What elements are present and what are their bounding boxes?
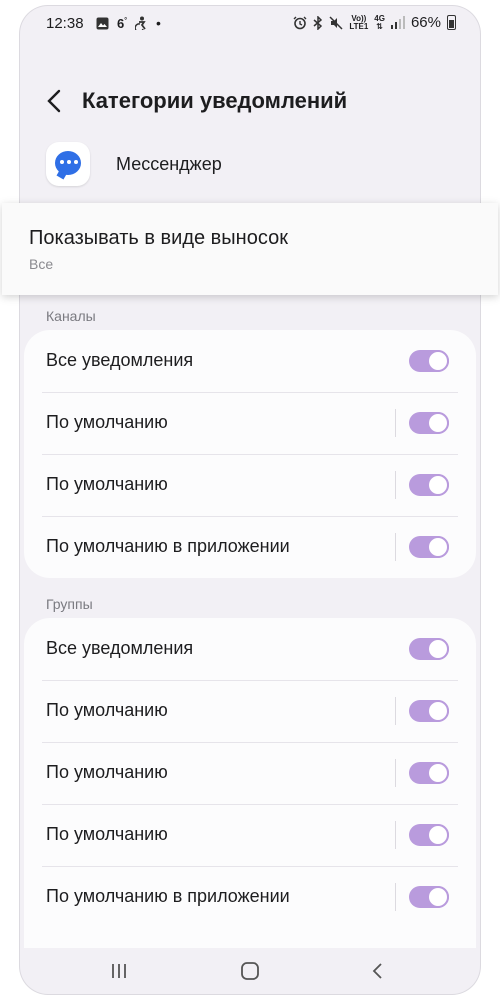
row-divider (395, 759, 396, 787)
channel-toggle[interactable] (409, 350, 449, 372)
back-icon (372, 963, 382, 979)
channel-toggle[interactable] (409, 474, 449, 496)
home-button[interactable] (230, 956, 270, 986)
mute-icon (329, 15, 343, 30)
header: Категории уведомлений (20, 76, 480, 128)
recents-button[interactable] (100, 956, 140, 986)
weather-6-icon: 6° (117, 15, 128, 31)
channel-label: По умолчанию в приложении (46, 536, 290, 556)
group-row[interactable]: По умолчанию (24, 742, 476, 804)
show-as-bubbles-setting[interactable]: Показывать в виде выносок Все (2, 203, 498, 295)
app-info: Мессенджер (20, 138, 480, 194)
bluetooth-icon (313, 15, 323, 30)
back-button[interactable] (40, 84, 70, 118)
bubble-setting-value: Все (29, 256, 54, 272)
group-label: По умолчанию (46, 700, 168, 720)
volte-icon: Vo)) LTE1 (349, 14, 369, 31)
group-row[interactable]: Все уведомления (24, 618, 476, 680)
group-label: По умолчанию (46, 824, 168, 844)
groups-section-label: Группы (46, 596, 93, 612)
channel-row[interactable]: По умолчанию в приложении (24, 516, 476, 578)
status-time: 12:38 (46, 15, 84, 32)
app-name: Мессенджер (116, 154, 222, 174)
bubble-setting-title: Показывать в виде выносок (29, 227, 288, 249)
group-row[interactable]: По умолчанию в приложении (24, 866, 476, 928)
row-divider (395, 883, 396, 911)
navigation-bar (20, 950, 480, 994)
group-label: Все уведомления (46, 638, 194, 658)
channel-row[interactable]: По умолчанию (24, 392, 476, 454)
image-icon (96, 17, 109, 29)
accessibility-icon (135, 16, 146, 30)
recents-icon (112, 964, 126, 978)
channel-toggle[interactable] (409, 536, 449, 558)
row-divider (395, 409, 396, 437)
row-divider (395, 697, 396, 725)
battery-icon (447, 15, 456, 30)
signal-icon (390, 16, 405, 29)
group-label: По умолчанию в приложении (46, 886, 290, 906)
group-toggle[interactable] (409, 824, 449, 846)
alarm-icon (293, 16, 307, 29)
channels-section-label: Каналы (46, 308, 96, 324)
group-toggle[interactable] (409, 886, 449, 908)
status-bar: 12:38 6° • Vo)) LTE1 4G ⇅ 66% (20, 6, 480, 42)
row-divider (395, 471, 396, 499)
group-row[interactable]: По умолчанию (24, 804, 476, 866)
groups-card: Все уведомления По умолчанию По умолчани… (24, 618, 476, 948)
group-toggle[interactable] (409, 762, 449, 784)
channel-row[interactable]: По умолчанию (24, 454, 476, 516)
channel-toggle[interactable] (409, 412, 449, 434)
battery-percent: 66% (410, 14, 441, 31)
group-row[interactable]: По умолчанию (24, 680, 476, 742)
phone-screen: 12:38 6° • Vo)) LTE1 4G ⇅ 66% Категории … (20, 6, 480, 994)
volte-bottom: LTE1 (349, 21, 369, 31)
page-title: Категории уведомлений (82, 88, 348, 113)
group-toggle[interactable] (409, 700, 449, 722)
row-divider (395, 533, 396, 561)
status-right-icons: Vo)) LTE1 4G ⇅ 66% (293, 14, 456, 31)
group-label: По умолчанию (46, 762, 168, 782)
dot-icon: • (156, 15, 161, 31)
row-divider (395, 821, 396, 849)
messenger-icon (46, 142, 90, 186)
channels-card: Все уведомления По умолчанию По умолчани… (24, 330, 476, 578)
channel-label: Все уведомления (46, 350, 194, 370)
channel-row[interactable]: Все уведомления (24, 330, 476, 392)
chevron-left-icon (47, 89, 61, 113)
channel-label: По умолчанию (46, 412, 168, 432)
group-toggle[interactable] (409, 638, 449, 660)
4g-icon: 4G ⇅ (374, 13, 385, 31)
home-icon (241, 962, 259, 980)
channel-label: По умолчанию (46, 474, 168, 494)
status-left-icons: 6° • (96, 15, 161, 31)
nav-back-button[interactable] (358, 956, 398, 986)
